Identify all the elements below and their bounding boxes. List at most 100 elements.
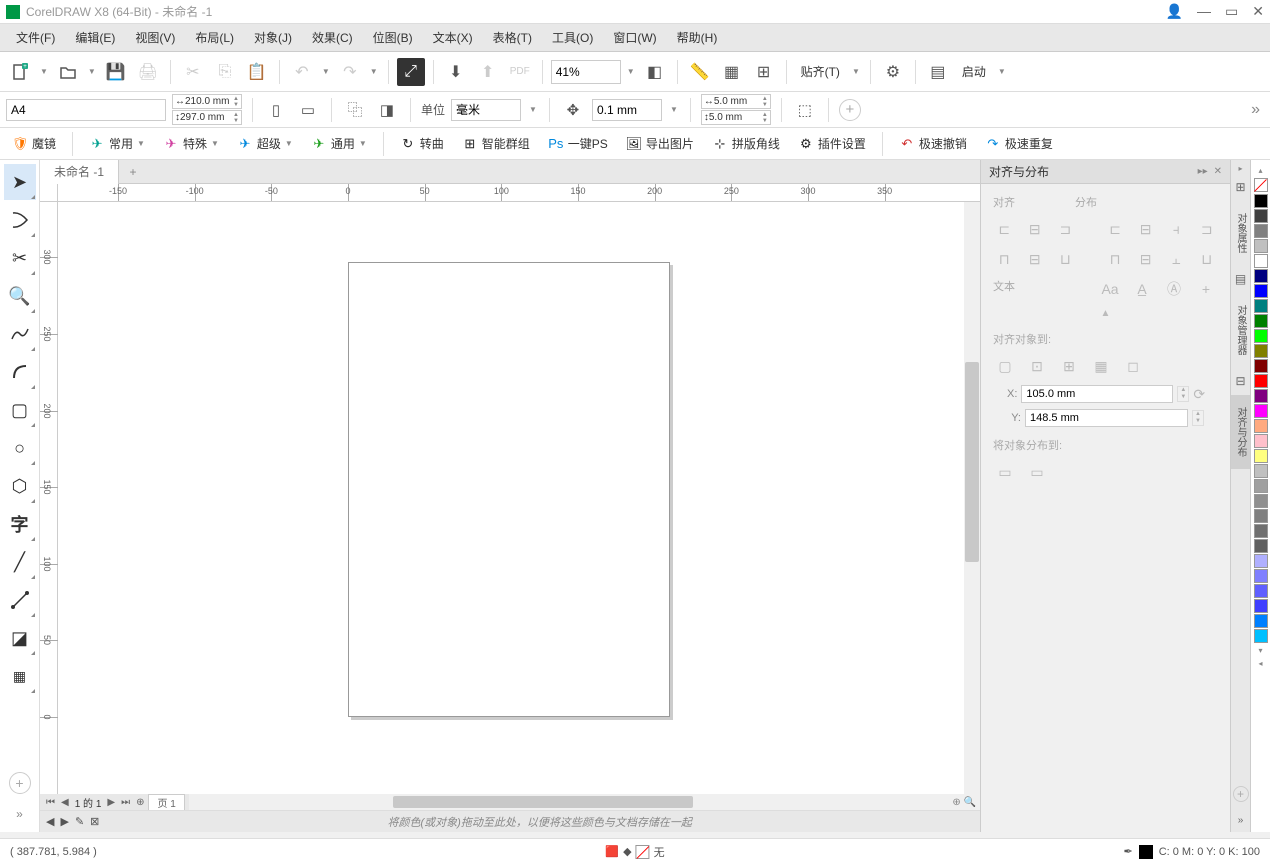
hint-nav-prev[interactable]: ◀ [46, 815, 54, 828]
docker-expand[interactable]: » [1233, 812, 1249, 828]
color-swatch[interactable] [1254, 494, 1268, 508]
new-button[interactable]: + [6, 58, 34, 86]
color-swatch[interactable] [1254, 224, 1268, 238]
align-to-active[interactable]: ▢ [993, 355, 1017, 377]
hint-eyedropper-icon[interactable]: ✎ [75, 815, 84, 828]
parallel-dimension-tool[interactable]: ╱ [4, 544, 36, 580]
connector-tool[interactable] [4, 582, 36, 618]
menu-layout[interactable]: 布局(L) [185, 25, 244, 50]
docker-tab-align-icon[interactable]: ⊟ [1233, 373, 1249, 389]
color-swatch[interactable] [1254, 539, 1268, 553]
docker-tab-align[interactable]: 对齐与分布 [1231, 395, 1250, 469]
color-swatch[interactable] [1254, 509, 1268, 523]
color-swatch[interactable] [1254, 404, 1268, 418]
current-page-button[interactable]: ◨ [374, 97, 400, 123]
dist-center-v[interactable]: ⊟ [1134, 248, 1157, 270]
plugin-魔镜[interactable]: 🛡魔镜 [6, 132, 62, 155]
align-to-point[interactable]: ◻ [1121, 355, 1145, 377]
nav-next[interactable]: ▶ [105, 797, 117, 808]
search-button[interactable]: ⤢ [397, 58, 425, 86]
color-swatch[interactable] [1254, 629, 1268, 643]
menu-table[interactable]: 表格(T) [483, 25, 542, 50]
viewport[interactable] [58, 202, 980, 794]
color-swatch[interactable] [1254, 329, 1268, 343]
color-swatch[interactable] [1254, 449, 1268, 463]
menu-help[interactable]: 帮助(H) [667, 25, 728, 50]
align-center-v[interactable]: ⊟ [1024, 248, 1047, 270]
page-width-field[interactable]: ↔ 210.0 mm▲▼ [172, 94, 242, 109]
text-add[interactable]: + [1194, 278, 1218, 300]
docker-tab-properties[interactable]: 对象属性 [1231, 201, 1250, 265]
menu-view[interactable]: 视图(V) [125, 25, 185, 50]
plugin-常用[interactable]: ✈常用▼ [83, 132, 151, 155]
launch-label[interactable]: 启动 [956, 63, 992, 80]
overflow-button[interactable]: » [1251, 101, 1260, 119]
no-color-swatch[interactable] [1254, 178, 1268, 192]
docker-tab-properties-icon[interactable]: ⊞ [1233, 179, 1249, 195]
landscape-button[interactable]: ▭ [295, 97, 321, 123]
dist-right[interactable]: ⊐ [1195, 218, 1218, 240]
color-swatch[interactable] [1254, 344, 1268, 358]
palette-expand[interactable]: ◂ [1256, 657, 1264, 670]
color-swatch[interactable] [1254, 239, 1268, 253]
rulers-button[interactable]: 📏 [686, 58, 714, 86]
artistic-media-tool[interactable] [4, 354, 36, 390]
plugin-超级[interactable]: ✈超级▼ [231, 132, 299, 155]
plugin-通用[interactable]: ✈通用▼ [305, 132, 373, 155]
align-right[interactable]: ⊐ [1054, 218, 1077, 240]
plugin-极速重复[interactable]: ↷极速重复 [979, 132, 1059, 155]
palette-down[interactable]: ▾ [1256, 644, 1264, 657]
align-left[interactable]: ⊏ [993, 218, 1016, 240]
color-swatch[interactable] [1254, 209, 1268, 223]
color-swatch[interactable] [1254, 569, 1268, 583]
color-swatch[interactable] [1254, 374, 1268, 388]
color-swatch[interactable] [1254, 254, 1268, 268]
menu-effect[interactable]: 效果(C) [302, 25, 363, 50]
all-pages-button[interactable]: ⿻ [342, 97, 368, 123]
fill-swatch[interactable] [636, 845, 650, 859]
nudge-field[interactable] [592, 99, 662, 121]
hint-nofill-icon[interactable]: ⊠ [90, 815, 99, 828]
menu-object[interactable]: 对象(J) [244, 25, 302, 50]
align-to-page-edge[interactable]: ⊡ [1025, 355, 1049, 377]
color-swatch[interactable] [1254, 359, 1268, 373]
color-swatch[interactable] [1254, 419, 1268, 433]
launch-icon[interactable]: ▤ [924, 58, 952, 86]
redo-dropdown[interactable]: ▼ [368, 67, 380, 76]
horizontal-ruler[interactable]: -150-100-50050100150200250300350 [58, 184, 980, 202]
dist-bottom[interactable]: ⊔ [1195, 248, 1218, 270]
dist-left[interactable]: ⊏ [1104, 218, 1127, 240]
color-swatch[interactable] [1254, 584, 1268, 598]
docker-close[interactable]: ✕ [1214, 166, 1222, 177]
drop-shadow-tool[interactable]: ◪ [4, 620, 36, 656]
zoom-dropdown[interactable]: ▼ [625, 67, 637, 76]
color-swatch[interactable] [1254, 524, 1268, 538]
plugin-导出图片[interactable]: 🖼导出图片 [620, 132, 700, 155]
color-swatch[interactable] [1254, 389, 1268, 403]
portrait-button[interactable]: ▯ [263, 97, 289, 123]
align-bottom[interactable]: ⊔ [1054, 248, 1077, 270]
docker-tab-manager-icon[interactable]: ▤ [1233, 271, 1249, 287]
color-swatch[interactable] [1254, 554, 1268, 568]
docker-tab-manager[interactable]: 对象管理器 [1231, 293, 1250, 367]
color-swatch[interactable] [1254, 194, 1268, 208]
nav-prev[interactable]: ◀ [59, 797, 71, 808]
menu-window[interactable]: 窗口(W) [603, 25, 666, 50]
zoom-tool[interactable]: 🔍 [4, 278, 36, 314]
plugin-一键PS[interactable]: Ps一键PS [542, 132, 614, 155]
unit-select[interactable] [451, 99, 521, 121]
ruler-origin[interactable] [40, 184, 58, 202]
cut-button[interactable]: ✂ [179, 58, 207, 86]
align-to-page-center[interactable]: ⊞ [1057, 355, 1081, 377]
text-outline[interactable]: Ⓐ [1162, 278, 1186, 300]
page-height-field[interactable]: ↕ 297.0 mm▲▼ [172, 110, 242, 125]
page-size-select[interactable] [6, 99, 166, 121]
add-button[interactable]: + [839, 99, 861, 121]
align-to-grid[interactable]: ▦ [1089, 355, 1113, 377]
freehand-tool[interactable] [4, 316, 36, 352]
dup-x-field[interactable]: ↔ 5.0 mm▲▼ [701, 94, 771, 109]
crop-tool[interactable]: ✂ [4, 240, 36, 276]
guides-button[interactable]: ⊞ [750, 58, 778, 86]
docker-add-button[interactable]: + [1233, 786, 1249, 802]
launch-dropdown[interactable]: ▼ [996, 67, 1008, 76]
